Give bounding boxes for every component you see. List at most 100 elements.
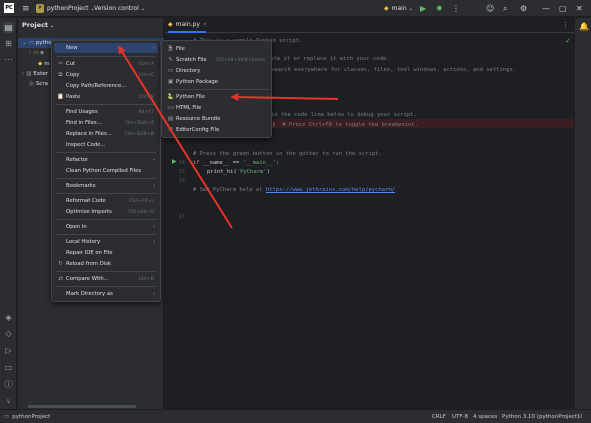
menu-item-new[interactable]: New ›: [54, 43, 158, 53]
pycharm-help-link[interactable]: https://www.jetbrains.com/help/pycharm/: [266, 187, 395, 193]
menu-item-find-in-files[interactable]: Find in Files... Ctrl+Shift+F: [54, 118, 158, 128]
python-packages-icon[interactable]: ◈: [3, 312, 14, 323]
scratches-icon: ◎: [29, 81, 34, 87]
folder-icon: ▭: [167, 68, 174, 74]
menu-item-bookmarks[interactable]: Bookmarks ›: [54, 181, 158, 191]
status-project[interactable]: ▭ pythonProject: [4, 410, 50, 423]
menu-item-inspect-code[interactable]: Inspect Code...: [54, 140, 158, 150]
menu-item-copy-path[interactable]: Copy Path/Reference...: [54, 81, 158, 91]
status-indent[interactable]: 4 spaces: [473, 410, 497, 423]
menu-item-cut[interactable]: ✂ Cut Ctrl+X: [54, 59, 158, 69]
inspection-ok-icon[interactable]: ✓: [565, 37, 571, 45]
problems-icon[interactable]: ⓘ: [3, 379, 14, 390]
menu-item-reformat-code[interactable]: Reformat Code Ctrl+Alt+L: [54, 196, 158, 206]
python-file-icon: ◆: [38, 61, 43, 67]
maximize-icon[interactable]: ▢: [559, 0, 567, 17]
chevron-right-icon: ›: [153, 239, 155, 245]
submenu-item-html-file[interactable]: <> HTML File: [164, 103, 269, 113]
reload-icon: ↻: [58, 261, 63, 267]
status-interpreter[interactable]: Python 3.10 (pythonProject): [502, 410, 579, 423]
settings-icon[interactable]: ⚙: [520, 0, 527, 17]
debug-icon[interactable]: ✹: [436, 0, 443, 17]
submenu-item-directory[interactable]: ▭ Directory: [164, 66, 269, 76]
library-icon: ▥: [26, 71, 32, 77]
menu-item-replace-in-files[interactable]: Replace in Files... Ctrl+Shift+R: [54, 129, 158, 139]
run-icon[interactable]: ▶: [420, 0, 426, 17]
menu-separator: [56, 178, 156, 179]
menu-item-repair-ide[interactable]: Repair IDE on File: [54, 248, 158, 258]
compare-icon: ⇄: [58, 276, 63, 282]
layers-icon[interactable]: ◇: [3, 328, 14, 339]
submenu-item-scratch-file[interactable]: ✎ Scratch File Ctrl+Alt+Shift+Insert: [164, 55, 269, 65]
menu-item-find-usages[interactable]: Find Usages Alt+F7: [54, 107, 158, 117]
menu-item-local-history[interactable]: Local History ›: [54, 237, 158, 247]
readonly-lock-icon[interactable]: ⊡: [578, 410, 583, 423]
menu-item-clean-compiled[interactable]: Clean Python Compiled Files: [54, 166, 158, 176]
run-tool-icon[interactable]: ▷: [3, 345, 14, 356]
editor-tabs: ◆ main.py ✕ ⋮: [165, 18, 574, 33]
html-file-icon: <>: [167, 105, 175, 111]
chevron-right-icon: ›: [22, 71, 25, 77]
folder-icon: ▭: [33, 50, 39, 56]
structure-tool-icon[interactable]: ⊞: [3, 38, 14, 49]
more-actions-icon[interactable]: ⋮: [452, 0, 460, 17]
right-tool-strip: 🔔: [574, 18, 591, 409]
title-bar: PC ≡ P pythonProject ⌄ Version control ⌄ ◆…: [0, 0, 591, 17]
folder-icon: ▭: [4, 414, 10, 420]
terminal-icon[interactable]: ▭: [3, 362, 14, 373]
folder-icon: ▭: [28, 40, 34, 46]
menu-item-paste[interactable]: 📋 Paste Ctrl+V: [54, 92, 158, 102]
run-gutter-icon[interactable]: ▶: [172, 158, 177, 165]
project-tool-icon[interactable]: ▤: [3, 22, 14, 33]
run-config-selector[interactable]: ◆ main ⌄: [384, 0, 413, 17]
submenu-item-editorconfig-file[interactable]: ⚙ EditorConfig File: [164, 125, 269, 135]
menu-item-copy[interactable]: ⧉ Copy Ctrl+C: [54, 70, 158, 80]
more-tools-icon[interactable]: ⋯: [3, 54, 14, 65]
menu-item-compare-with[interactable]: ⇄ Compare With... Ctrl+D: [54, 274, 158, 284]
main-menu-icon[interactable]: ≡: [22, 0, 30, 17]
status-line-separator[interactable]: CRLF: [432, 410, 446, 423]
menu-separator: [56, 56, 156, 57]
notifications-icon[interactable]: 🔔: [579, 22, 589, 31]
submenu-item-file[interactable]: 🗎 File: [164, 44, 269, 54]
status-encoding[interactable]: UTF-8: [452, 410, 468, 423]
search-icon[interactable]: ⌕: [503, 0, 507, 17]
horizontal-scrollbar[interactable]: [28, 405, 136, 408]
chevron-right-icon: ›: [29, 50, 32, 56]
chevron-right-icon: ›: [153, 183, 155, 189]
submenu-item-resource-bundle[interactable]: ▤ Resource Bundle: [164, 114, 269, 124]
project-badge[interactable]: P: [36, 4, 44, 13]
package-icon: ▣: [167, 79, 174, 85]
close-tab-icon[interactable]: ✕: [203, 22, 207, 28]
menu-item-refactor[interactable]: Refactor ›: [54, 155, 158, 165]
project-selector[interactable]: pythonProject ⌄: [47, 0, 95, 17]
menu-separator: [56, 286, 156, 287]
minimize-icon[interactable]: —: [542, 0, 550, 17]
chevron-down-icon: ⌄: [408, 5, 413, 12]
project-context-menu: New › ✂ Cut Ctrl+X ⧉ Copy Ctrl+C Copy Path/Re…: [51, 40, 161, 302]
python-file-icon: 🐍: [167, 94, 174, 100]
menu-item-optimize-imports[interactable]: Optimize Imports Ctrl+Alt+O: [54, 207, 158, 217]
submenu-item-python-package[interactable]: ▣ Python Package: [164, 77, 269, 87]
chevron-right-icon: ›: [153, 291, 155, 297]
status-bar: ▭ pythonProject CRLF UTF-8 4 spaces Pytho…: [0, 409, 591, 423]
chevron-right-icon: ›: [153, 224, 155, 230]
chevron-right-icon: ›: [153, 157, 155, 163]
submenu-item-python-file[interactable]: 🐍 Python File: [164, 92, 269, 102]
left-tool-strip: ▤ ⊞ ⋯ ◈ ◇ ▷ ▭ ⓘ ⑂: [0, 18, 17, 409]
more-tabs-icon[interactable]: ⋮: [562, 21, 569, 29]
user-icon[interactable]: ☺: [486, 0, 494, 17]
menu-item-mark-directory-as[interactable]: Mark Directory as ›: [54, 289, 158, 299]
version-control-selector[interactable]: Version control ⌄: [94, 0, 145, 17]
menu-separator: [56, 152, 156, 153]
project-panel-title[interactable]: Project ⌄: [22, 21, 54, 29]
scratch-file-icon: ✎: [168, 57, 173, 63]
menu-item-reload-from-disk[interactable]: ↻ Reload from Disk: [54, 259, 158, 269]
menu-separator: [56, 219, 156, 220]
git-icon[interactable]: ⑂: [3, 396, 14, 407]
pycharm-logo[interactable]: PC: [4, 3, 14, 13]
tab-main-py[interactable]: ◆ main.py ✕: [168, 18, 207, 33]
python-icon: ◆: [384, 5, 389, 12]
close-icon[interactable]: ✕: [576, 0, 583, 17]
menu-item-open-in[interactable]: Open In ›: [54, 222, 158, 232]
